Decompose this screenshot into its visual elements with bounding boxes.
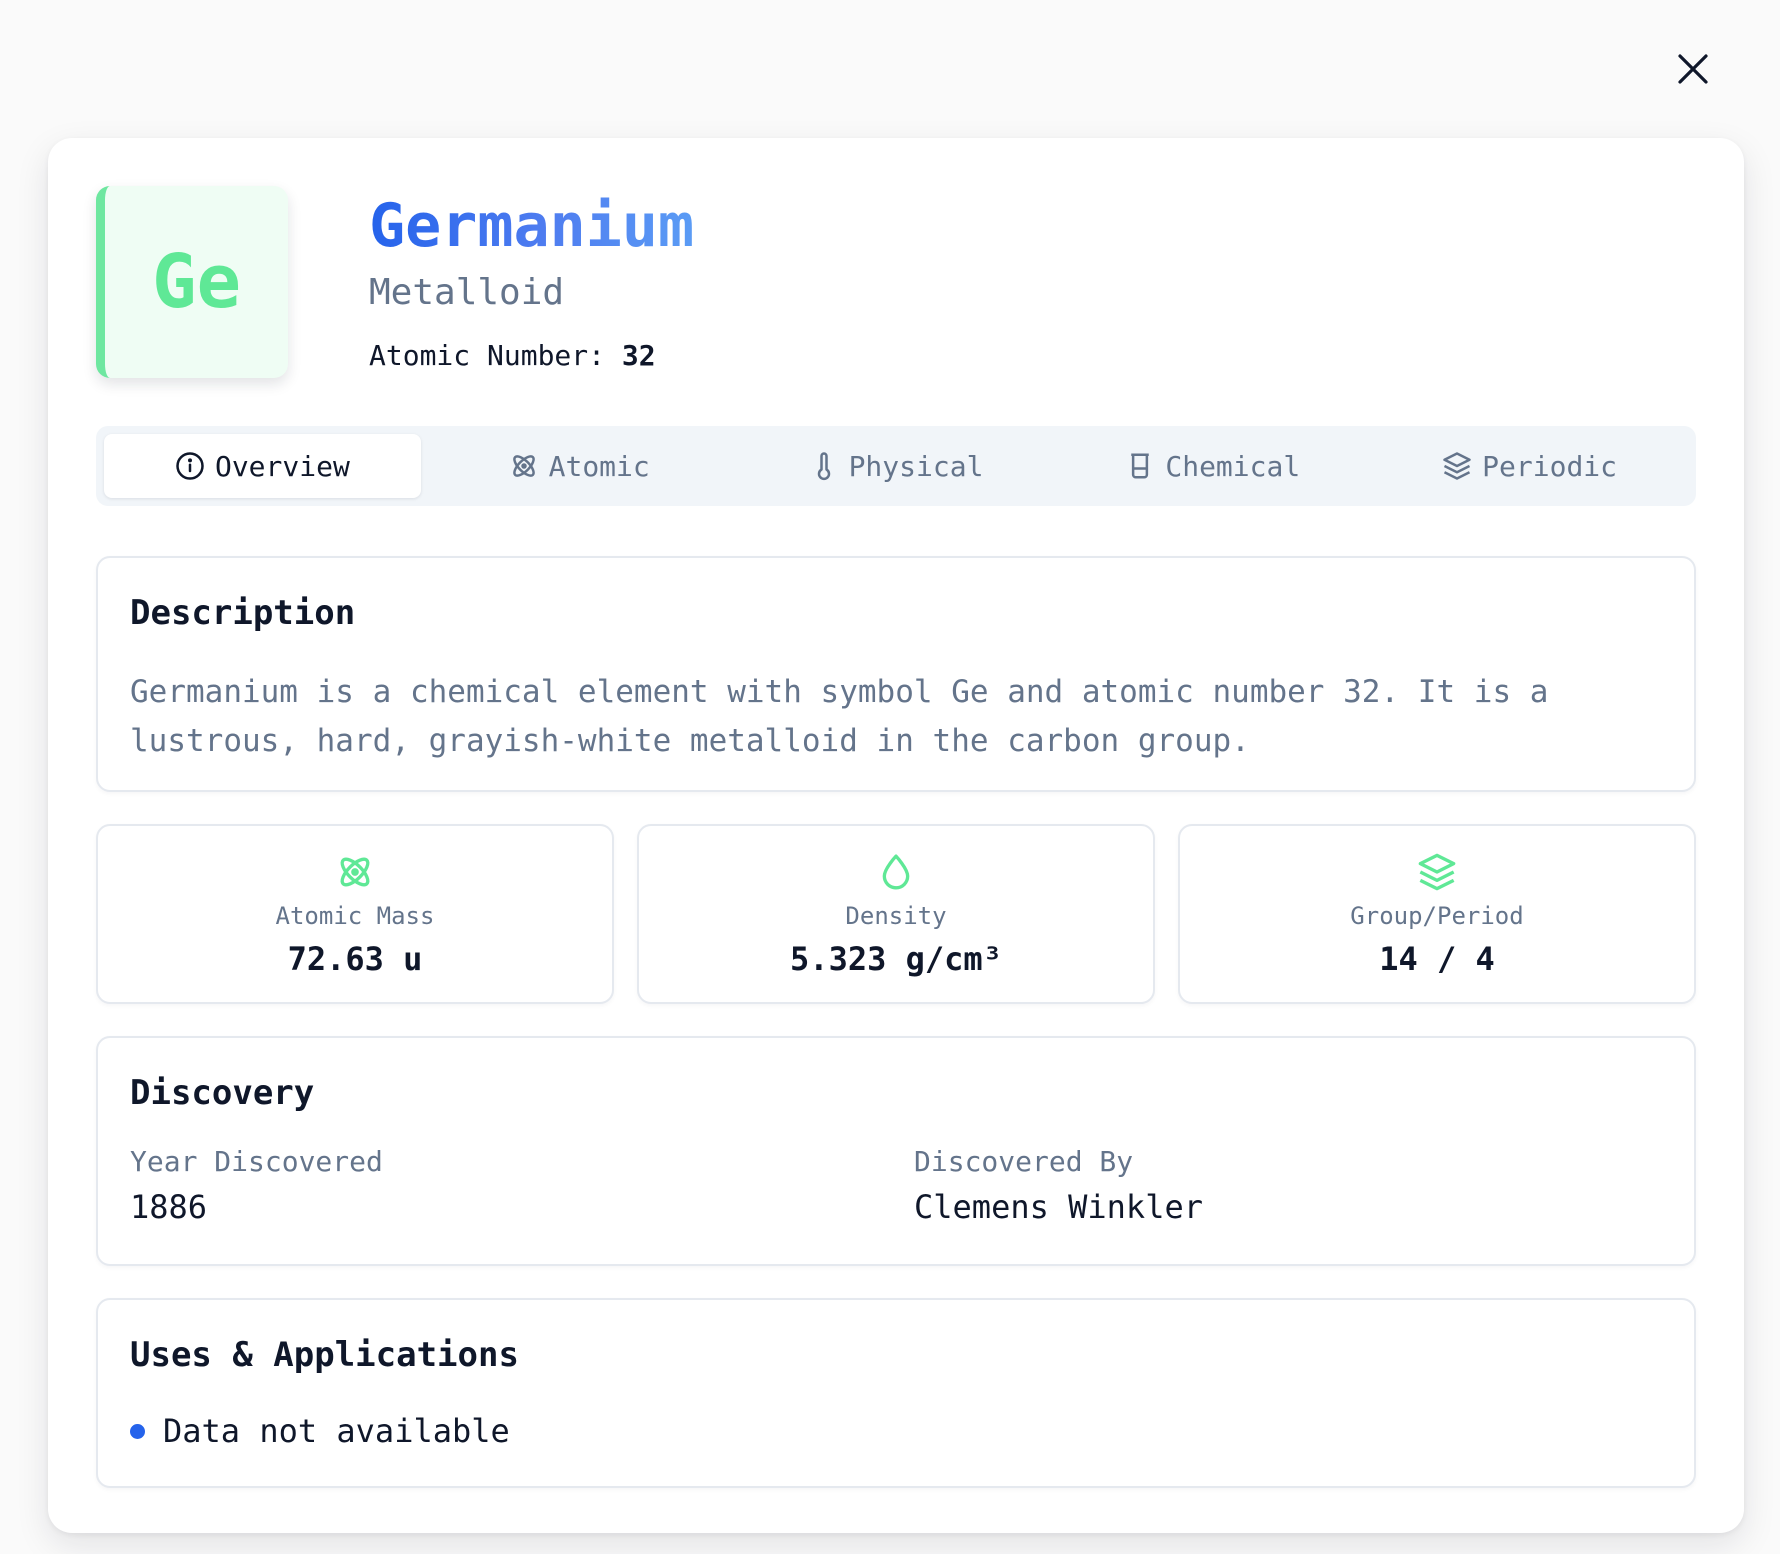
discovered-by: Discovered By Clemens Winkler <box>914 1144 1203 1228</box>
close-icon <box>1678 54 1708 84</box>
tab-overview[interactable]: Overview <box>104 434 421 498</box>
discovery-panel: Discovery Year Discovered 1886 Discovere… <box>96 1036 1696 1266</box>
atom-icon <box>512 455 535 477</box>
thermometer-icon <box>817 452 830 481</box>
tab-chemical[interactable]: Chemical <box>1054 434 1371 498</box>
stat-label: Atomic Mass <box>275 902 435 930</box>
tab-atomic[interactable]: Atomic <box>421 434 738 498</box>
tab-bar: Overview Atomic Physical Chemical Period… <box>96 426 1696 506</box>
stat-value: 72.63 u <box>287 940 423 978</box>
tab-label: Chemical <box>1165 449 1301 483</box>
description-panel: Description Germanium is a chemical elem… <box>96 556 1696 792</box>
stat-density: Density 5.323 g/cm³ <box>637 824 1155 1004</box>
close-button[interactable] <box>1670 46 1716 92</box>
discovered-by-label: Discovered By <box>914 1145 1134 1178</box>
year-discovered-label: Year Discovered <box>130 1145 383 1178</box>
droplet-icon <box>882 854 910 890</box>
discovered-by-value: Clemens Winkler <box>914 1188 1203 1226</box>
atomic-number-label: Atomic Number: <box>369 339 606 372</box>
layers-icon <box>1418 853 1456 891</box>
atomic-number: Atomic Number: 32 <box>369 338 656 374</box>
beaker-icon <box>1131 453 1150 479</box>
bullet-icon <box>130 1423 145 1439</box>
stats-row: Atomic Mass 72.63 u Density 5.323 g/cm³ … <box>96 824 1696 1004</box>
year-discovered: Year Discovered 1886 <box>130 1144 383 1228</box>
description-text: Germanium is a chemical element with sym… <box>130 674 1549 759</box>
uses-panel: Uses & Applications Data not available <box>96 1298 1696 1488</box>
year-discovered-value: 1886 <box>130 1188 208 1226</box>
tab-label: Physical <box>848 449 984 483</box>
tab-label: Atomic <box>548 449 650 483</box>
uses-title: Uses & Applications <box>130 1335 519 1375</box>
stat-atomic-mass: Atomic Mass 72.63 u <box>96 824 614 1004</box>
element-symbol-tile: Ge <box>96 186 288 378</box>
description-title: Description <box>130 593 356 633</box>
tab-physical[interactable]: Physical <box>738 434 1055 498</box>
uses-item-text: Data not available <box>163 1412 510 1450</box>
list-item: Data not available <box>130 1410 510 1452</box>
tab-label: Periodic <box>1482 449 1618 483</box>
tab-periodic[interactable]: Periodic <box>1371 434 1688 498</box>
info-icon <box>176 452 204 480</box>
element-category: Metalloid <box>369 272 565 313</box>
stat-group-period: Group/Period 14 / 4 <box>1178 824 1696 1004</box>
atomic-number-value: 32 <box>621 339 656 372</box>
layers-icon <box>1443 452 1471 480</box>
stat-value: 14 / 4 <box>1379 940 1495 978</box>
atom-icon <box>340 857 370 887</box>
stat-value: 5.323 g/cm³ <box>790 940 1002 978</box>
discovery-title: Discovery <box>130 1073 315 1113</box>
element-name: Germanium <box>369 191 695 261</box>
element-header: Ge Germanium Metalloid Atomic Number: 32 <box>96 186 1696 382</box>
stat-label: Group/Period <box>1350 902 1524 930</box>
stat-label: Density <box>845 902 947 930</box>
element-detail-card: Ge Germanium Metalloid Atomic Number: 32… <box>48 138 1744 1533</box>
tab-label: Overview <box>214 449 350 483</box>
